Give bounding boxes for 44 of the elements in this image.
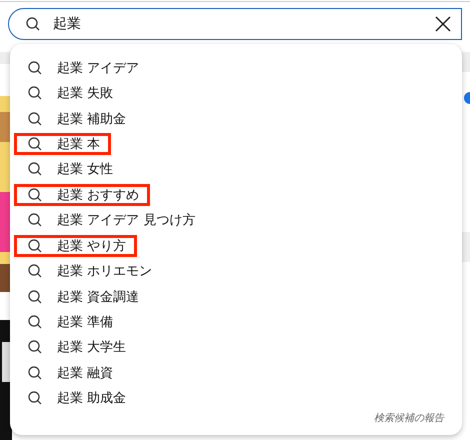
suggestion-item[interactable]: 起業 女性 — [14, 158, 116, 180]
report-link[interactable]: 検索候補の報告 — [374, 411, 444, 425]
suggestion-text[interactable]: 起業 本 — [57, 134, 100, 153]
suggestion-text[interactable]: 起業 補助金 — [57, 110, 126, 128]
suggestion-item[interactable]: 起業 失敗 — [14, 82, 116, 104]
suggestion-text[interactable]: 起業 資金調達 — [57, 288, 140, 306]
suggestion-text[interactable]: 起業 失敗 — [57, 84, 114, 102]
search-icon — [27, 390, 43, 406]
suggestion-item[interactable]: 起業 アイデア 見つけ方 — [14, 209, 198, 232]
search-field[interactable]: 起業 — [53, 16, 421, 32]
suggestion-text[interactable]: 起業 ホリエモン — [57, 262, 152, 280]
suggestion-text[interactable]: 起業 助成金 — [57, 389, 126, 408]
search-icon — [27, 161, 43, 178]
search-icon — [27, 364, 43, 381]
suggestion-item[interactable]: 起業 大学生 — [14, 336, 130, 358]
search-bar[interactable]: 起業 — [8, 8, 462, 40]
suggestion-text[interactable]: 起業 やり方 — [57, 236, 126, 255]
suggestion-text[interactable]: 起業 おすすめ — [57, 186, 140, 204]
search-icon — [27, 314, 43, 330]
suggestion-item[interactable]: 起業 資金調達 — [14, 286, 142, 308]
suggestion-item[interactable]: 起業 補助金 — [14, 108, 130, 130]
search-icon — [27, 212, 43, 228]
search-icon — [25, 16, 41, 32]
search-icon — [27, 186, 43, 203]
close-icon[interactable] — [433, 14, 453, 34]
suggestion-item[interactable]: 起業 アイデア — [14, 56, 142, 79]
suggestion-text[interactable]: 起業 準備 — [57, 312, 114, 331]
search-icon — [27, 110, 43, 127]
search-icon — [27, 60, 43, 76]
search-icon — [27, 339, 43, 356]
suggestion-item[interactable]: 起業 融資 — [14, 362, 116, 384]
search-icon — [27, 136, 43, 152]
suggestion-text[interactable]: 起業 女性 — [57, 160, 114, 178]
suggestion-text[interactable]: 起業 アイデア 見つけ方 — [57, 211, 196, 230]
suggestion-text[interactable]: 起業 融資 — [57, 364, 114, 382]
suggestion-text[interactable]: 起業 アイデア — [57, 58, 140, 77]
search-icon — [27, 263, 43, 280]
suggestion-item[interactable]: 起業 準備 — [14, 310, 116, 333]
search-icon — [27, 85, 43, 102]
suggestion-item[interactable]: 起業 助成金 — [14, 387, 130, 410]
suggestion-item[interactable]: 起業 ホリエモン — [14, 260, 156, 282]
suggestion-text[interactable]: 起業 大学生 — [57, 338, 126, 356]
search-icon — [27, 288, 43, 304]
search-icon — [27, 238, 43, 254]
